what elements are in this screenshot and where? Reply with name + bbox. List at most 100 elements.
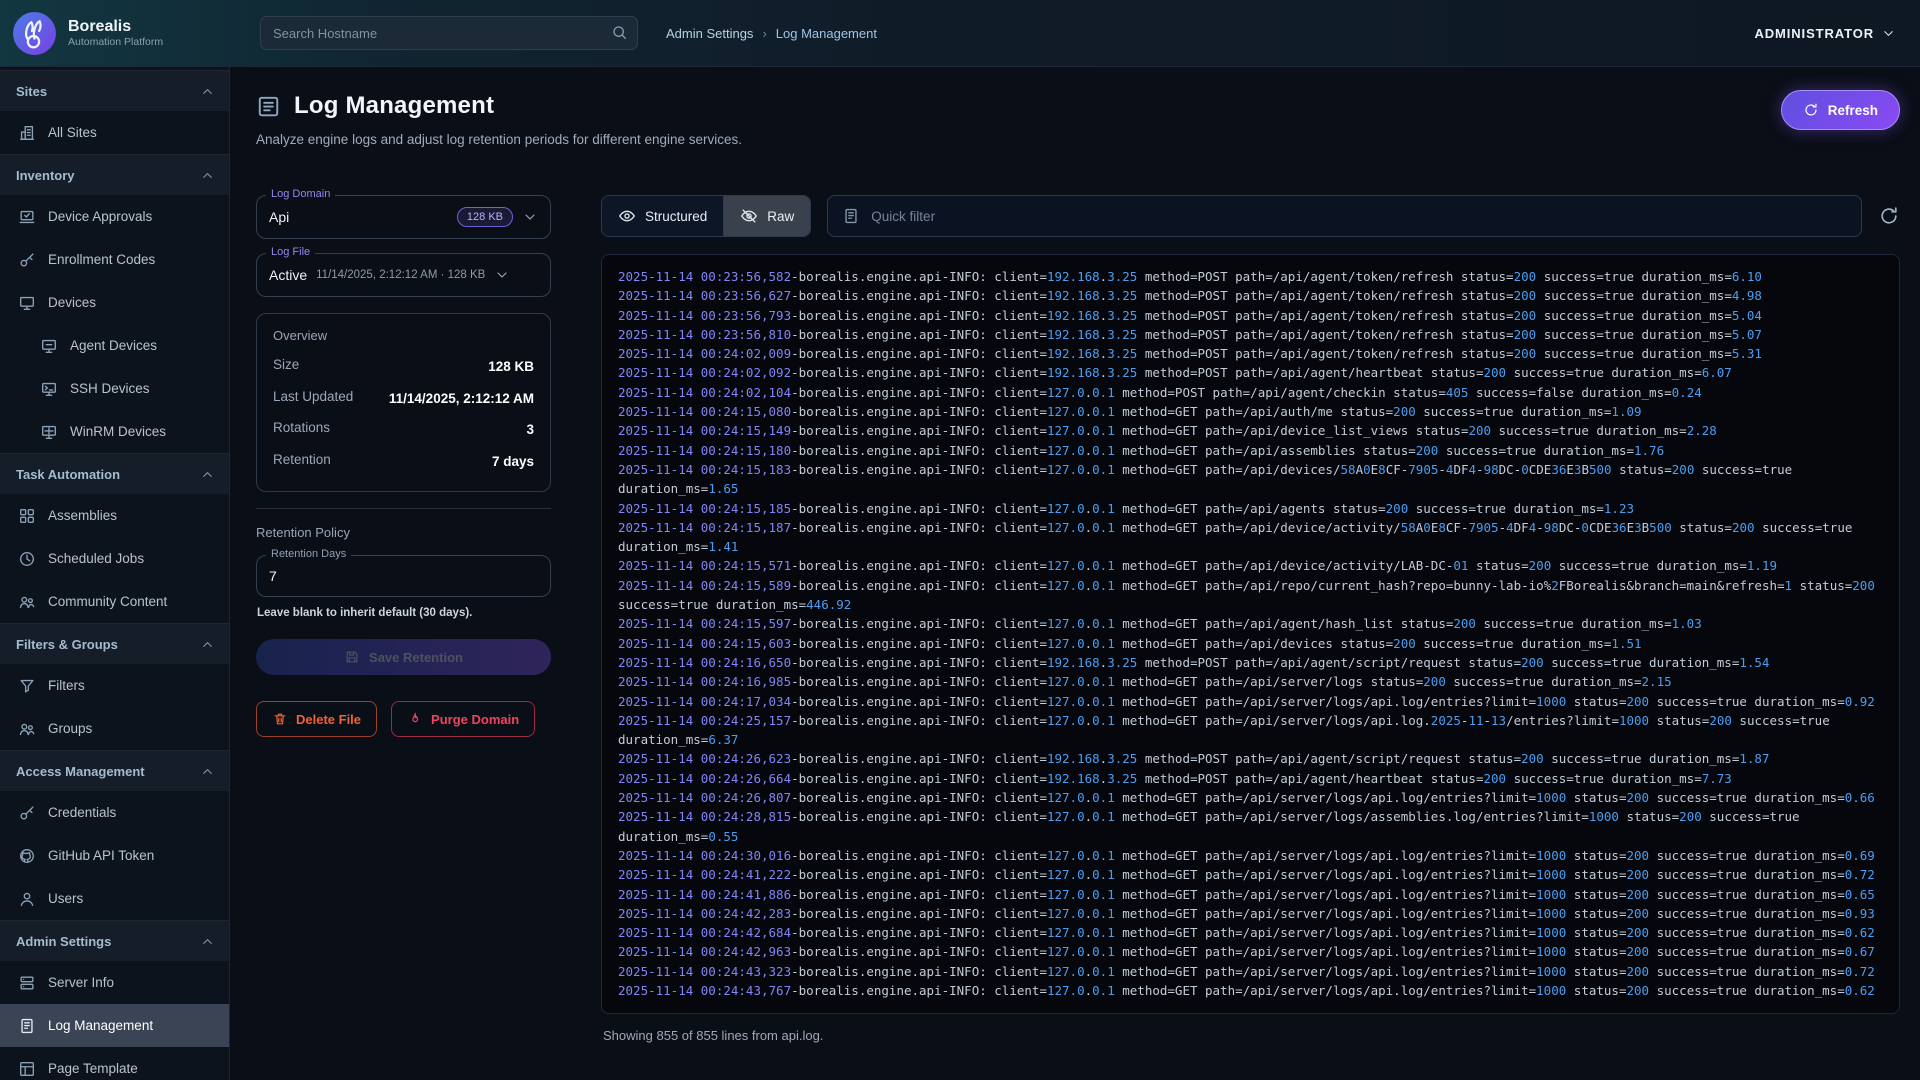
delete-file-button[interactable]: Delete File <box>256 701 377 737</box>
overview-row-rotations: Rotations3 <box>273 420 534 440</box>
log-line: 2025-11-14 00:24:26,664-borealis.engine.… <box>618 769 1883 788</box>
log-line: 2025-11-14 00:24:15,149-borealis.engine.… <box>618 421 1883 440</box>
sidebar-item-groups[interactable]: Groups <box>0 707 229 750</box>
page-subtitle: Analyze engine logs and adjust log reten… <box>256 132 1900 147</box>
flame-icon <box>407 711 423 727</box>
sidebar-item-users[interactable]: Users <box>0 877 229 920</box>
sidebar-section-access-management[interactable]: Access Management <box>0 750 229 791</box>
sidebar-item-page-template[interactable]: Page Template <box>0 1047 229 1080</box>
log-domain-size-badge: 128 KB <box>457 207 513 227</box>
sidebar-item-assemblies[interactable]: Assemblies <box>0 494 229 537</box>
retention-days-label: Retention Days <box>266 548 351 560</box>
quick-filter-input[interactable] <box>871 209 1847 224</box>
log-domain-label: Log Domain <box>266 188 335 200</box>
log-line: 2025-11-14 00:24:15,185-borealis.engine.… <box>618 499 1883 518</box>
sidebar-section-admin-settings[interactable]: Admin Settings <box>0 920 229 961</box>
sites-icon <box>18 124 36 142</box>
log-management-icon <box>18 1017 36 1035</box>
log-domain-select[interactable]: Log Domain Api 128 KB <box>256 195 551 239</box>
log-line: 2025-11-14 00:24:42,684-borealis.engine.… <box>618 923 1883 942</box>
sidebar-section-filters-groups[interactable]: Filters & Groups <box>0 623 229 664</box>
log-line: 2025-11-14 00:24:15,603-borealis.engine.… <box>618 634 1883 653</box>
log-domain-value: Api <box>269 209 289 225</box>
sidebar-item-devices[interactable]: Devices <box>0 281 229 324</box>
log-line: 2025-11-14 00:24:26,623-borealis.engine.… <box>618 749 1883 768</box>
breadcrumb: Admin Settings › Log Management <box>666 26 877 41</box>
overview-row-last-updated: Last Updated11/14/2025, 2:12:12 AM <box>273 389 534 409</box>
sidebar-item-community-content[interactable]: Community Content <box>0 580 229 623</box>
log-line: 2025-11-14 00:23:56,627-borealis.engine.… <box>618 286 1883 305</box>
log-page-icon <box>256 94 281 119</box>
log-line: 2025-11-14 00:24:30,016-borealis.engine.… <box>618 846 1883 865</box>
sidebar-item-github-api-token[interactable]: GitHub API Token <box>0 834 229 877</box>
reload-log-icon[interactable] <box>1878 205 1900 227</box>
brand-tagline: Automation Platform <box>68 36 163 48</box>
log-line: 2025-11-14 00:24:28,815-borealis.engine.… <box>618 807 1883 846</box>
chevron-up-icon <box>200 168 215 183</box>
winrm-devices-icon <box>40 423 58 441</box>
purge-domain-button[interactable]: Purge Domain <box>391 701 535 737</box>
log-line: 2025-11-14 00:24:16,650-borealis.engine.… <box>618 653 1883 672</box>
retention-days-input[interactable] <box>269 568 538 584</box>
log-line: 2025-11-14 00:24:15,180-borealis.engine.… <box>618 441 1883 460</box>
filters-icon <box>18 677 36 695</box>
user-menu[interactable]: ADMINISTRATOR <box>1754 26 1896 41</box>
view-mode-structured[interactable]: Structured <box>602 196 723 236</box>
sidebar-item-agent-devices[interactable]: Agent Devices <box>0 324 229 367</box>
breadcrumb-admin-settings[interactable]: Admin Settings <box>666 26 753 41</box>
sidebar-section-inventory[interactable]: Inventory <box>0 154 229 195</box>
community-content-icon <box>18 593 36 611</box>
sidebar-section-sites[interactable]: Sites <box>0 70 229 111</box>
view-mode-raw[interactable]: Raw <box>723 196 810 236</box>
retention-hint: Leave blank to inherit default (30 days)… <box>257 607 550 619</box>
save-retention-button[interactable]: Save Retention <box>256 639 551 675</box>
sidebar-item-winrm-devices[interactable]: WinRM Devices <box>0 410 229 453</box>
breadcrumb-log-management[interactable]: Log Management <box>776 26 877 41</box>
log-file-meta: 11/14/2025, 2:12:12 AM · 128 KB <box>316 269 485 281</box>
chevron-up-icon <box>200 84 215 99</box>
sidebar-item-scheduled-jobs[interactable]: Scheduled Jobs <box>0 537 229 580</box>
log-file-value: Active <box>269 267 307 283</box>
chevron-up-icon <box>200 764 215 779</box>
main-content: Log Management Analyze engine logs and a… <box>230 66 1920 1080</box>
brand-name: Borealis <box>68 18 163 36</box>
sidebar-item-all-sites[interactable]: All Sites <box>0 111 229 154</box>
log-file-select[interactable]: Log File Active 11/14/2025, 2:12:12 AM ·… <box>256 253 551 297</box>
log-line: 2025-11-14 00:24:41,886-borealis.engine.… <box>618 885 1883 904</box>
topbar: Borealis Automation Platform Admin Setti… <box>0 0 1920 66</box>
log-line: 2025-11-14 00:24:42,283-borealis.engine.… <box>618 904 1883 923</box>
sidebar-section-task-automation[interactable]: Task Automation <box>0 453 229 494</box>
device-approvals-icon <box>18 208 36 226</box>
sidebar-item-credentials[interactable]: Credentials <box>0 791 229 834</box>
overview-row-size: Size128 KB <box>273 357 534 377</box>
breadcrumb-separator: › <box>762 26 766 41</box>
sidebar-item-server-info[interactable]: Server Info <box>0 961 229 1004</box>
log-line: 2025-11-14 00:23:56,582-borealis.engine.… <box>618 267 1883 286</box>
sidebar-item-ssh-devices[interactable]: SSH Devices <box>0 367 229 410</box>
assemblies-icon <box>18 507 36 525</box>
quick-filter <box>827 195 1862 237</box>
retention-days-field: Retention Days <box>256 555 551 597</box>
log-line: 2025-11-14 00:24:43,767-borealis.engine.… <box>618 981 1883 1000</box>
log-line: 2025-11-14 00:24:15,187-borealis.engine.… <box>618 518 1883 557</box>
log-output[interactable]: 2025-11-14 00:23:56,582-borealis.engine.… <box>601 254 1900 1014</box>
log-line: 2025-11-14 00:24:43,323-borealis.engine.… <box>618 962 1883 981</box>
scheduled-jobs-icon <box>18 550 36 568</box>
overview-title: Overview <box>273 328 534 343</box>
log-line: 2025-11-14 00:24:15,597-borealis.engine.… <box>618 614 1883 633</box>
sidebar: SitesAll SitesInventoryDevice ApprovalsE… <box>0 66 230 1080</box>
sidebar-item-log-management[interactable]: Log Management <box>0 1004 229 1047</box>
brand[interactable]: Borealis Automation Platform <box>12 11 260 56</box>
borealis-logo-icon <box>12 11 57 56</box>
refresh-button[interactable]: Refresh <box>1781 90 1900 130</box>
devices-icon <box>18 294 36 312</box>
sidebar-item-enrollment-codes[interactable]: Enrollment Codes <box>0 238 229 281</box>
chevron-up-icon <box>200 637 215 652</box>
log-line: 2025-11-14 00:23:56,793-borealis.engine.… <box>618 306 1883 325</box>
search-input[interactable] <box>260 16 638 50</box>
log-line: 2025-11-14 00:23:56,810-borealis.engine.… <box>618 325 1883 344</box>
sidebar-item-filters[interactable]: Filters <box>0 664 229 707</box>
chevron-down-icon <box>522 209 538 225</box>
user-menu-label: ADMINISTRATOR <box>1754 26 1874 41</box>
sidebar-item-device-approvals[interactable]: Device Approvals <box>0 195 229 238</box>
